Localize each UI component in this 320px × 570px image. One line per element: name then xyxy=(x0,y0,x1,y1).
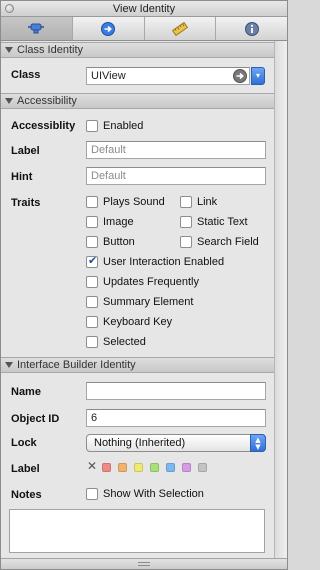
trait-button-checkbox[interactable] xyxy=(86,236,98,248)
accessibility-hint-field[interactable]: Default xyxy=(86,167,266,185)
section-accessibility[interactable]: Accessibility xyxy=(1,93,287,109)
trait-image-checkbox[interactable] xyxy=(86,216,98,228)
inspector-window: View Identity Class Identity Class UIVie… xyxy=(0,0,288,570)
section-title: Interface Builder Identity xyxy=(17,359,136,371)
class-label: Class xyxy=(11,69,41,81)
resize-grip[interactable] xyxy=(1,558,287,569)
trait-search-field-checkbox[interactable] xyxy=(180,236,192,248)
tab-attributes[interactable] xyxy=(1,17,73,40)
trait-label: User Interaction Enabled xyxy=(103,256,225,268)
trait-label: Button xyxy=(103,236,135,248)
lock-popup-value: Nothing (Inherited) xyxy=(94,437,186,449)
disclosure-triangle-icon[interactable] xyxy=(5,362,13,368)
trait-selected-checkbox[interactable] xyxy=(86,336,98,348)
vertical-scrollbar[interactable] xyxy=(274,41,287,558)
trait-label: Image xyxy=(103,216,134,228)
inspector-toolbar xyxy=(1,17,287,41)
no-label-x-icon[interactable]: ✕ xyxy=(87,459,97,473)
notes-label: Notes xyxy=(11,489,42,501)
label-label: Label xyxy=(11,145,40,157)
name-label: Name xyxy=(11,386,41,398)
traits-label: Traits xyxy=(11,197,41,209)
color-label-label: Label xyxy=(11,463,40,475)
section-title: Accessibility xyxy=(17,95,77,107)
popup-arrows-icon: ▲ ▼ xyxy=(250,434,266,452)
section-interface-builder-identity[interactable]: Interface Builder Identity xyxy=(1,357,287,373)
trait-label: Updates Frequently xyxy=(103,276,199,288)
label-color-swatch[interactable] xyxy=(118,463,127,472)
label-color-swatch[interactable] xyxy=(182,463,191,472)
class-dropdown-button[interactable]: ▾ xyxy=(251,67,265,85)
show-with-selection-checkbox[interactable] xyxy=(86,488,98,500)
disclosure-triangle-icon[interactable] xyxy=(5,47,13,53)
label-color-swatch[interactable] xyxy=(102,463,111,472)
trait-summary-element-checkbox[interactable] xyxy=(86,296,98,308)
disclosure-triangle-icon[interactable] xyxy=(5,98,13,104)
object-id-field[interactable]: 6 xyxy=(86,409,266,427)
tab-connections[interactable] xyxy=(73,17,145,40)
notes-textarea[interactable] xyxy=(9,509,265,553)
trait-label: Search Field xyxy=(197,236,259,248)
class-field[interactable]: UIView xyxy=(86,67,250,85)
label-color-swatch[interactable] xyxy=(134,463,143,472)
trait-plays-sound-checkbox[interactable] xyxy=(86,196,98,208)
accessibility-enabled-checkbox[interactable] xyxy=(86,120,98,132)
go-to-class-icon[interactable] xyxy=(233,69,247,83)
label-color-swatch[interactable] xyxy=(150,463,159,472)
trait-user-interaction-enabled-checkbox[interactable] xyxy=(86,254,98,268)
arrow-circle-icon xyxy=(101,21,116,36)
trait-label: Static Text xyxy=(197,216,248,228)
title-bar: View Identity xyxy=(1,1,287,17)
trait-link-checkbox[interactable] xyxy=(180,196,192,208)
object-id-label: Object ID xyxy=(11,413,60,425)
lock-label: Lock xyxy=(11,437,37,449)
trait-label: Plays Sound xyxy=(103,196,165,208)
name-field[interactable] xyxy=(86,382,266,400)
trait-keyboard-key-checkbox[interactable] xyxy=(86,316,98,328)
section-title: Class Identity xyxy=(17,44,84,56)
trait-updates-frequently-checkbox[interactable] xyxy=(86,276,98,288)
ruler-icon xyxy=(171,21,188,36)
lock-popup[interactable]: Nothing (Inherited) ▲ ▼ xyxy=(86,434,266,452)
label-color-swatch[interactable] xyxy=(166,463,175,472)
trait-static-text-checkbox[interactable] xyxy=(180,216,192,228)
window-title: View Identity xyxy=(112,3,176,15)
grip-lines-icon xyxy=(138,562,150,566)
accessibility-enabled-label: Enabled xyxy=(103,120,144,132)
section-class-identity[interactable]: Class Identity xyxy=(1,42,287,58)
accessibility-label: Accessiblity xyxy=(11,120,76,132)
tab-size[interactable] xyxy=(145,17,217,40)
trait-label: Link xyxy=(197,196,218,208)
label-color-swatch[interactable] xyxy=(198,463,207,472)
accessibility-label-field[interactable]: Default xyxy=(86,141,266,159)
trait-label: Selected xyxy=(103,336,146,348)
show-with-selection-label: Show With Selection xyxy=(103,488,204,500)
connector-icon xyxy=(28,23,45,33)
hint-label: Hint xyxy=(11,171,33,183)
tab-identity[interactable] xyxy=(216,17,287,40)
trait-label: Summary Element xyxy=(103,296,194,308)
info-icon xyxy=(244,21,259,36)
trait-label: Keyboard Key xyxy=(103,316,173,328)
